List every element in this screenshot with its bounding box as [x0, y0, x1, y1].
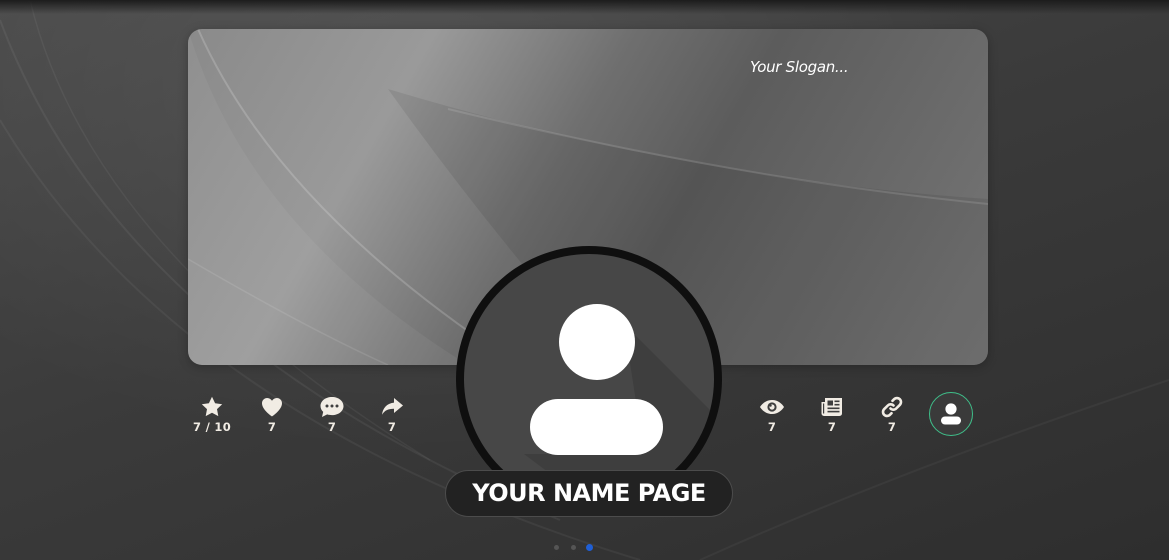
share-icon: [367, 395, 417, 419]
comment-icon: [307, 395, 357, 419]
shares-value: 7: [387, 420, 397, 434]
top-shadow: [0, 0, 1169, 14]
heart-icon: [247, 395, 297, 419]
stat-links[interactable]: 7: [867, 395, 917, 434]
page-name: YOUR NAME PAGE: [445, 470, 733, 517]
posts-value: 7: [827, 420, 837, 434]
star-icon: [187, 395, 237, 419]
pagination-dot-active[interactable]: [586, 544, 593, 551]
user-placeholder-icon: [464, 254, 714, 504]
slogan-text: Your Slogan...: [750, 58, 849, 76]
eye-icon: [747, 395, 797, 419]
stat-posts[interactable]: 7: [807, 395, 857, 434]
stat-shares[interactable]: 7: [367, 395, 417, 434]
profile-page: Your Slogan... 7 / 10 7 7 7 7 7 7 YOUR N…: [0, 0, 1169, 560]
stat-views[interactable]: 7: [747, 395, 797, 434]
comments-value: 7: [327, 420, 337, 434]
likes-value: 7: [267, 420, 277, 434]
profile-button[interactable]: [929, 392, 973, 436]
link-icon: [867, 395, 917, 419]
views-value: 7: [767, 420, 777, 434]
stat-comments[interactable]: 7: [307, 395, 357, 434]
pagination-dots: [550, 542, 600, 554]
stat-rating[interactable]: 7 / 10: [187, 395, 237, 434]
pagination-dot[interactable]: [571, 545, 576, 550]
pagination-dot[interactable]: [554, 545, 559, 550]
newspaper-icon: [807, 395, 857, 419]
stat-likes[interactable]: 7: [247, 395, 297, 434]
rating-value: 7 / 10: [192, 420, 231, 434]
links-value: 7: [887, 420, 897, 434]
